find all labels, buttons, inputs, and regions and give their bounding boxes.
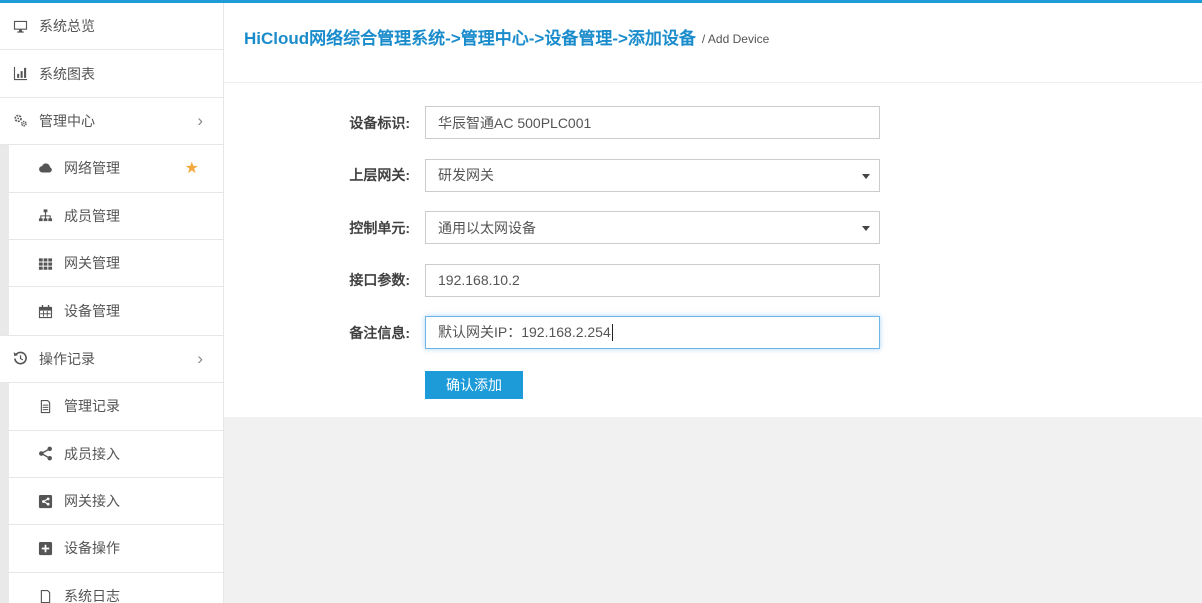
sidebar-item-label: 系统日志 (64, 586, 120, 603)
text-caret (612, 324, 613, 341)
page-header: HiCloud网络综合管理系统->管理中心->设备管理->添加设备 / Add … (224, 3, 1202, 83)
calendar-icon (38, 304, 58, 319)
page: 系统总览 系统图表 管理中心 › 网络 (0, 0, 1202, 603)
sidebar-item-member-management[interactable]: 成员管理 (9, 193, 223, 240)
upper-gateway-label: 上层网关: (224, 165, 410, 185)
sidebar-item-label: 网络管理 (64, 158, 120, 178)
sidebar-item-system-charts[interactable]: 系统图表 (0, 50, 223, 97)
form-row: 控制单元: 通用以太网设备 (224, 211, 1202, 244)
upper-gateway-select[interactable]: 研发网关 (425, 159, 880, 192)
sitemap-icon (38, 208, 58, 223)
sidebar-item-system-overview[interactable]: 系统总览 (0, 3, 223, 50)
device-id-input[interactable] (425, 106, 880, 139)
remark-input[interactable]: 默认网关IP：192.168.2.254 (425, 316, 880, 349)
interface-params-input[interactable] (425, 264, 880, 297)
sidebar-item-label: 设备操作 (64, 538, 120, 558)
sidebar-item-label: 操作记录 (39, 349, 95, 369)
management-center-submenu: 网络管理 ★ 成员管理 网关管理 (0, 145, 223, 336)
select-value: 通用以太网设备 (438, 218, 536, 238)
sidebar-item-management-records[interactable]: 管理记录 (9, 383, 223, 430)
sidebar-item-device-operations[interactable]: 设备操作 (9, 525, 223, 572)
control-unit-label: 控制单元: (224, 218, 410, 238)
sidebar-item-label: 成员管理 (64, 206, 120, 226)
content-background (224, 417, 1202, 603)
sidebar-item-system-logs[interactable]: 系统日志 (9, 573, 223, 603)
grid-icon (38, 256, 58, 271)
sidebar-item-management-center[interactable]: 管理中心 › (0, 98, 223, 145)
sidebar-item-label: 成员接入 (64, 444, 120, 464)
sidebar-item-label: 管理记录 (64, 396, 120, 416)
sidebar-item-member-access[interactable]: 成员接入 (9, 431, 223, 478)
history-icon (13, 351, 33, 366)
sidebar-item-label: 网关接入 (64, 491, 120, 511)
file-text-icon (38, 399, 58, 414)
breadcrumb: HiCloud网络综合管理系统->管理中心->设备管理->添加设备 (244, 24, 696, 49)
share-icon (38, 446, 58, 461)
remark-label: 备注信息: (224, 323, 410, 343)
control-unit-select[interactable]: 通用以太网设备 (425, 211, 880, 244)
chevron-right-icon: › (197, 112, 203, 129)
dropdown-arrow-icon (862, 174, 870, 179)
sidebar-item-label: 系统图表 (39, 64, 95, 84)
sidebar-item-device-management[interactable]: 设备管理 (9, 287, 223, 334)
add-device-form: 设备标识: 上层网关: 研发网关 控制单元: 通用以太网设备 (224, 83, 1202, 417)
select-value: 研发网关 (438, 165, 494, 185)
cloud-icon (38, 161, 58, 176)
remark-value: 默认网关IP：192.168.2.254 (438, 317, 611, 348)
desktop-icon (13, 19, 33, 34)
breadcrumb-subtitle: / Add Device (702, 28, 769, 46)
dropdown-arrow-icon (862, 226, 870, 231)
confirm-add-button[interactable]: 确认添加 (425, 371, 523, 399)
sidebar-item-label: 设备管理 (64, 301, 120, 321)
operation-records-submenu: 管理记录 成员接入 网关接入 (0, 383, 223, 603)
device-id-label: 设备标识: (224, 113, 410, 133)
sidebar-item-operation-records[interactable]: 操作记录 › (0, 336, 223, 383)
share-square-icon (38, 494, 58, 509)
plus-square-icon (38, 541, 58, 556)
sidebar-item-label: 管理中心 (39, 111, 95, 131)
form-row: 上层网关: 研发网关 (224, 159, 1202, 192)
sidebar-item-network-management[interactable]: 网络管理 ★ (9, 145, 223, 192)
sidebar: 系统总览 系统图表 管理中心 › 网络 (0, 3, 224, 603)
gears-icon (13, 113, 33, 128)
main-content: HiCloud网络综合管理系统->管理中心->设备管理->添加设备 / Add … (224, 3, 1202, 603)
sidebar-item-gateway-management[interactable]: 网关管理 (9, 240, 223, 287)
file-icon (38, 589, 58, 603)
star-icon[interactable]: ★ (185, 158, 199, 178)
sidebar-item-label: 系统总览 (39, 16, 95, 36)
bar-chart-icon (13, 66, 33, 81)
interface-params-label: 接口参数: (224, 270, 410, 290)
form-row: 设备标识: (224, 106, 1202, 139)
chevron-right-icon: › (197, 350, 203, 367)
sidebar-item-label: 网关管理 (64, 253, 120, 273)
sidebar-item-gateway-access[interactable]: 网关接入 (9, 478, 223, 525)
form-row: 备注信息: 默认网关IP：192.168.2.254 (224, 316, 1202, 349)
form-row: 接口参数: (224, 264, 1202, 297)
